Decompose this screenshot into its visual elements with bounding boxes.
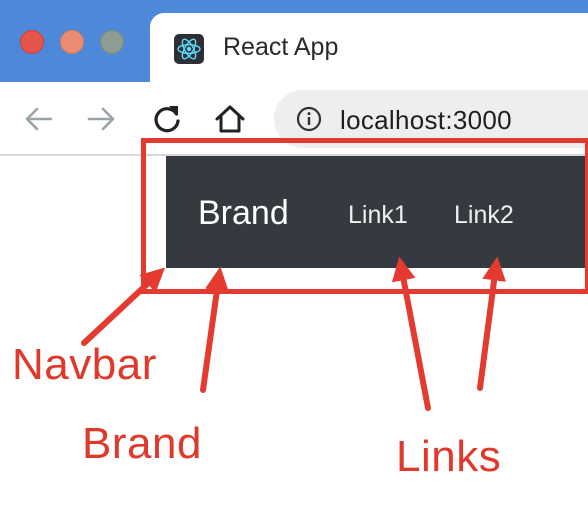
brand-annotation-label: Brand: [82, 419, 202, 468]
links-annotation-label: Links: [396, 432, 502, 481]
navbar-arrow: [81, 267, 166, 346]
link1-arrow: [391, 256, 431, 411]
brand-arrow: [200, 266, 229, 393]
link2-arrow: [477, 256, 507, 391]
navbar-annotation-label: Navbar: [12, 340, 157, 389]
screenshot: React App localhost:3000 Brand Link1 Lin…: [0, 0, 588, 516]
